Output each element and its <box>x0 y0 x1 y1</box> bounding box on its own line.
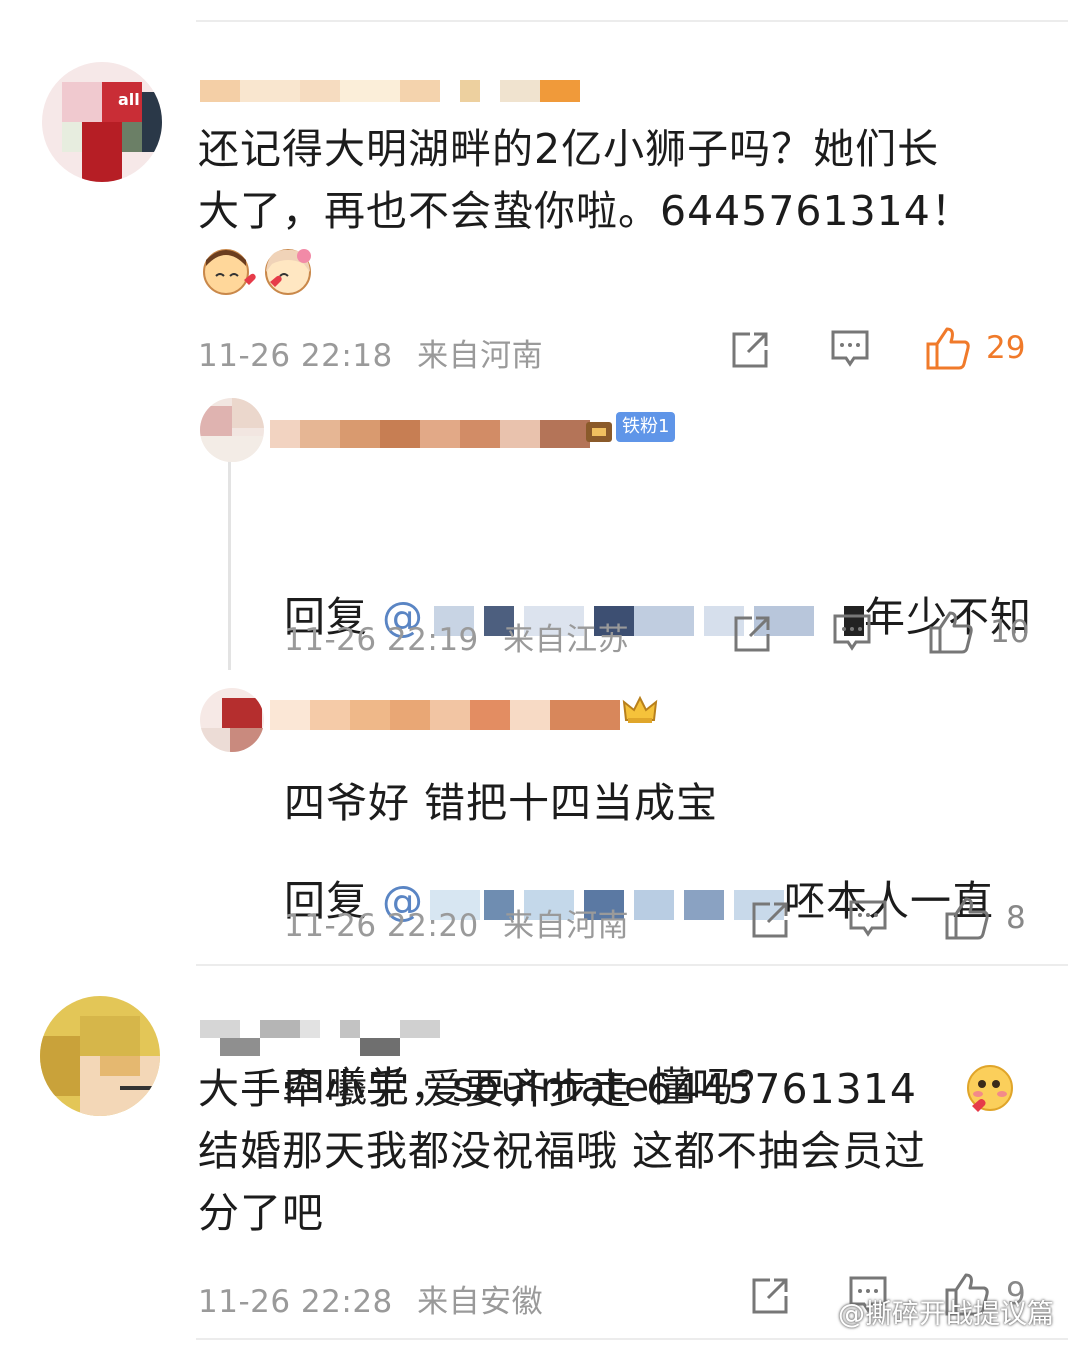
comment-icon[interactable] <box>848 898 888 940</box>
comment-meta: 11-26 22:19 来自江苏 <box>284 614 629 659</box>
location: 来自河南 <box>503 908 630 944</box>
avatar-pixel <box>82 122 122 182</box>
share-icon[interactable] <box>750 900 790 940</box>
avatar-pixel <box>62 82 102 122</box>
weibo-logo-icon <box>800 1298 834 1333</box>
location: 来自安徽 <box>417 1284 544 1320</box>
share-icon[interactable] <box>730 330 770 370</box>
avatar-pixel <box>230 728 264 752</box>
avatar-pixel <box>200 728 230 752</box>
like-count: 29 <box>986 330 1026 366</box>
username-blurred[interactable] <box>200 1020 440 1056</box>
comment-meta: 11-26 22:28 来自安徽 <box>198 1276 543 1321</box>
avatar-pixel <box>40 1036 80 1096</box>
avatar-pixel <box>100 1056 140 1076</box>
comment-text: 还记得大明湖畔的2亿小狮子吗？她们长 大了，再也不会蛰你啦。6445761314… <box>198 125 973 235</box>
timestamp: 11-26 22:19 <box>284 622 479 658</box>
comment-meta: 11-26 22:18 来自河南 <box>198 330 543 375</box>
avatar-pixel <box>142 92 162 152</box>
avatar-pixel <box>232 398 264 428</box>
avatar-pixel <box>80 1016 140 1056</box>
timestamp: 11-26 22:20 <box>284 908 479 944</box>
comment-icon[interactable] <box>830 328 870 370</box>
reply-thread-line <box>228 448 231 670</box>
comment-icon[interactable] <box>832 612 872 654</box>
avatar-pixel <box>222 698 262 728</box>
username-blurred[interactable] <box>270 700 620 730</box>
avatar[interactable] <box>40 996 160 1116</box>
comment-meta: 11-26 22:20 来自河南 <box>284 900 629 945</box>
crown-icon <box>622 694 658 730</box>
love-face-emoji <box>962 1064 1018 1120</box>
weibo-watermark: @撕碎开战提议篇 <box>800 1292 1054 1333</box>
comment-divider <box>196 964 1068 966</box>
avatar[interactable] <box>200 688 264 752</box>
avatar[interactable]: all <box>42 62 162 182</box>
watermark-text: @撕碎开战提议篇 <box>838 1299 1054 1330</box>
avatar-pixel <box>200 436 264 462</box>
location: 来自江苏 <box>503 622 630 658</box>
share-icon[interactable] <box>750 1276 790 1316</box>
username-blurred[interactable] <box>200 80 580 102</box>
username-blurred[interactable] <box>270 420 590 448</box>
like-count: 8 <box>1006 900 1026 936</box>
top-divider <box>196 20 1068 22</box>
like-icon[interactable] <box>944 896 990 940</box>
comment-text: 大手牵小手 爱要齐步走 6445761314 结婚那天我都没祝福哦 这都不抽会员… <box>198 1065 927 1237</box>
like-icon-active[interactable] <box>925 326 971 370</box>
timestamp: 11-26 22:18 <box>198 338 393 374</box>
location: 来自河南 <box>417 338 544 374</box>
fan-badge: 铁粉1 <box>616 412 676 442</box>
like-count: 10 <box>990 614 1030 650</box>
avatar-pixel <box>200 406 232 436</box>
fan-level-icon <box>584 418 614 450</box>
couple-emoji <box>200 244 320 300</box>
bottom-divider <box>196 1338 1068 1340</box>
share-icon[interactable] <box>732 614 772 654</box>
avatar-text: all <box>118 90 140 109</box>
like-icon[interactable] <box>928 610 974 654</box>
avatar-pixel <box>120 1086 160 1090</box>
avatar[interactable] <box>200 398 264 462</box>
timestamp: 11-26 22:28 <box>198 1284 393 1320</box>
